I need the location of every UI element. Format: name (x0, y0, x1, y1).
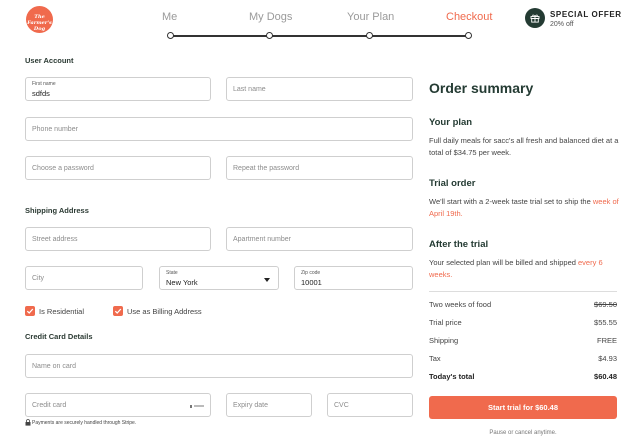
summary-row-value: $69.50 (594, 300, 617, 309)
phone-field[interactable]: Phone number (25, 117, 413, 141)
after-trial-heading: After the trial (429, 239, 489, 250)
check-icon (114, 308, 122, 314)
password-placeholder: Choose a password (32, 165, 94, 172)
zip-code-field[interactable]: Zip code 10001 (294, 266, 413, 290)
summary-row-value: $4.93 (598, 354, 617, 363)
progress-dot-1 (167, 32, 174, 39)
zip-value: 10001 (301, 278, 322, 287)
lock-icon (25, 419, 31, 426)
credit-card-field[interactable]: Credit card (25, 393, 211, 417)
progress-dot-2 (266, 32, 273, 39)
your-plan-heading: Your plan (429, 117, 473, 128)
step-me[interactable]: Me (162, 11, 177, 23)
city-placeholder: City (32, 275, 45, 282)
progress-dot-4 (465, 32, 472, 39)
apartment-field[interactable]: Apartment number (226, 227, 413, 251)
street-placeholder: Street address (32, 236, 78, 243)
summary-row-label: Today's total (429, 372, 475, 381)
billing-address-label: Use as Billing Address (127, 307, 202, 316)
gift-icon (525, 8, 545, 28)
progress-dot-3 (366, 32, 373, 39)
zip-label: Zip code (301, 270, 321, 276)
apartment-placeholder: Apartment number (233, 236, 291, 243)
summary-row-label: Shipping (429, 336, 459, 345)
summary-row-label: Trial price (429, 318, 462, 327)
chevron-down-icon (264, 278, 270, 282)
repeat-password-field[interactable]: Repeat the password (226, 156, 413, 180)
trial-order-text-main: We'll start with a 2-week taste trial se… (429, 197, 591, 206)
summary-row-value: FREE (596, 336, 617, 345)
name-on-card-placeholder: Name on card (32, 363, 76, 370)
billing-address-checkbox[interactable] (113, 306, 123, 316)
credit-card-placeholder: Credit card (32, 402, 67, 409)
state-value: New York (166, 278, 198, 287)
phone-placeholder: Phone number (32, 126, 78, 133)
user-account-heading: User Account (25, 56, 74, 65)
summary-row-value: $55.55 (594, 318, 617, 327)
your-plan-text: Full daily meals for sacc's all fresh an… (429, 136, 619, 157)
header: The Farmer's Dog Me My Dogs Your Plan Chec… (0, 0, 640, 44)
repeat-password-placeholder: Repeat the password (233, 165, 300, 172)
cvc-field[interactable]: CVC (327, 393, 413, 417)
last-name-placeholder: Last name (233, 86, 266, 93)
first-name-label: First name (32, 81, 56, 87)
residential-checkbox[interactable] (25, 306, 35, 316)
progress-line (170, 35, 468, 37)
step-checkout[interactable]: Checkout (446, 11, 492, 23)
password-field[interactable]: Choose a password (25, 156, 211, 180)
summary-row-shipping: Shipping FREE (429, 336, 617, 348)
cvc-placeholder: CVC (334, 402, 349, 409)
cancel-note: Pause or cancel anytime. (489, 430, 557, 436)
step-my-dogs[interactable]: My Dogs (249, 11, 292, 23)
street-address-field[interactable]: Street address (25, 227, 211, 251)
summary-row-total: Today's total $60.48 (429, 372, 617, 384)
start-trial-button[interactable]: Start trial for $60.48 (429, 396, 617, 419)
trial-order-heading: Trial order (429, 178, 476, 189)
last-name-field[interactable]: Last name (226, 77, 413, 101)
expiry-placeholder: Expiry date (233, 402, 269, 409)
expiry-date-field[interactable]: Expiry date (226, 393, 312, 417)
brand-logo[interactable]: The Farmer's Dog (26, 6, 53, 33)
after-trial-text: Your selected plan will be billed and sh… (429, 257, 619, 281)
residential-label: Is Residential (39, 307, 85, 316)
summary-row-value: $60.48 (594, 372, 617, 381)
first-name-value: sdfds (32, 89, 50, 98)
stripe-note: Payments are securely handled through St… (32, 420, 137, 426)
name-on-card-field[interactable]: Name on card (25, 354, 413, 378)
summary-divider (429, 291, 617, 292)
first-name-field[interactable]: First name sdfds (25, 77, 211, 101)
summary-row-label: Two weeks of food (429, 300, 492, 309)
shipping-address-heading: Shipping Address (25, 206, 89, 215)
special-offer-subtitle: 20% off (550, 21, 574, 28)
check-icon (26, 308, 34, 314)
credit-card-heading: Credit Card Details (25, 332, 93, 341)
summary-row-tax: Tax $4.93 (429, 354, 617, 366)
state-label: State (166, 270, 178, 276)
order-summary-title: Order summary (429, 80, 534, 96)
summary-row-trial-price: Trial price $55.55 (429, 318, 617, 330)
trial-order-text: We'll start with a 2-week taste trial se… (429, 196, 619, 220)
summary-row-food: Two weeks of food $69.50 (429, 300, 617, 312)
card-icon (190, 405, 204, 409)
city-field[interactable]: City (25, 266, 143, 290)
summary-row-label: Tax (429, 354, 441, 363)
state-select[interactable]: State New York (159, 266, 279, 290)
step-your-plan[interactable]: Your Plan (347, 11, 394, 23)
special-offer-title: SPECIAL OFFER (550, 10, 622, 19)
after-trial-text-main: Your selected plan will be billed and sh… (429, 258, 576, 267)
